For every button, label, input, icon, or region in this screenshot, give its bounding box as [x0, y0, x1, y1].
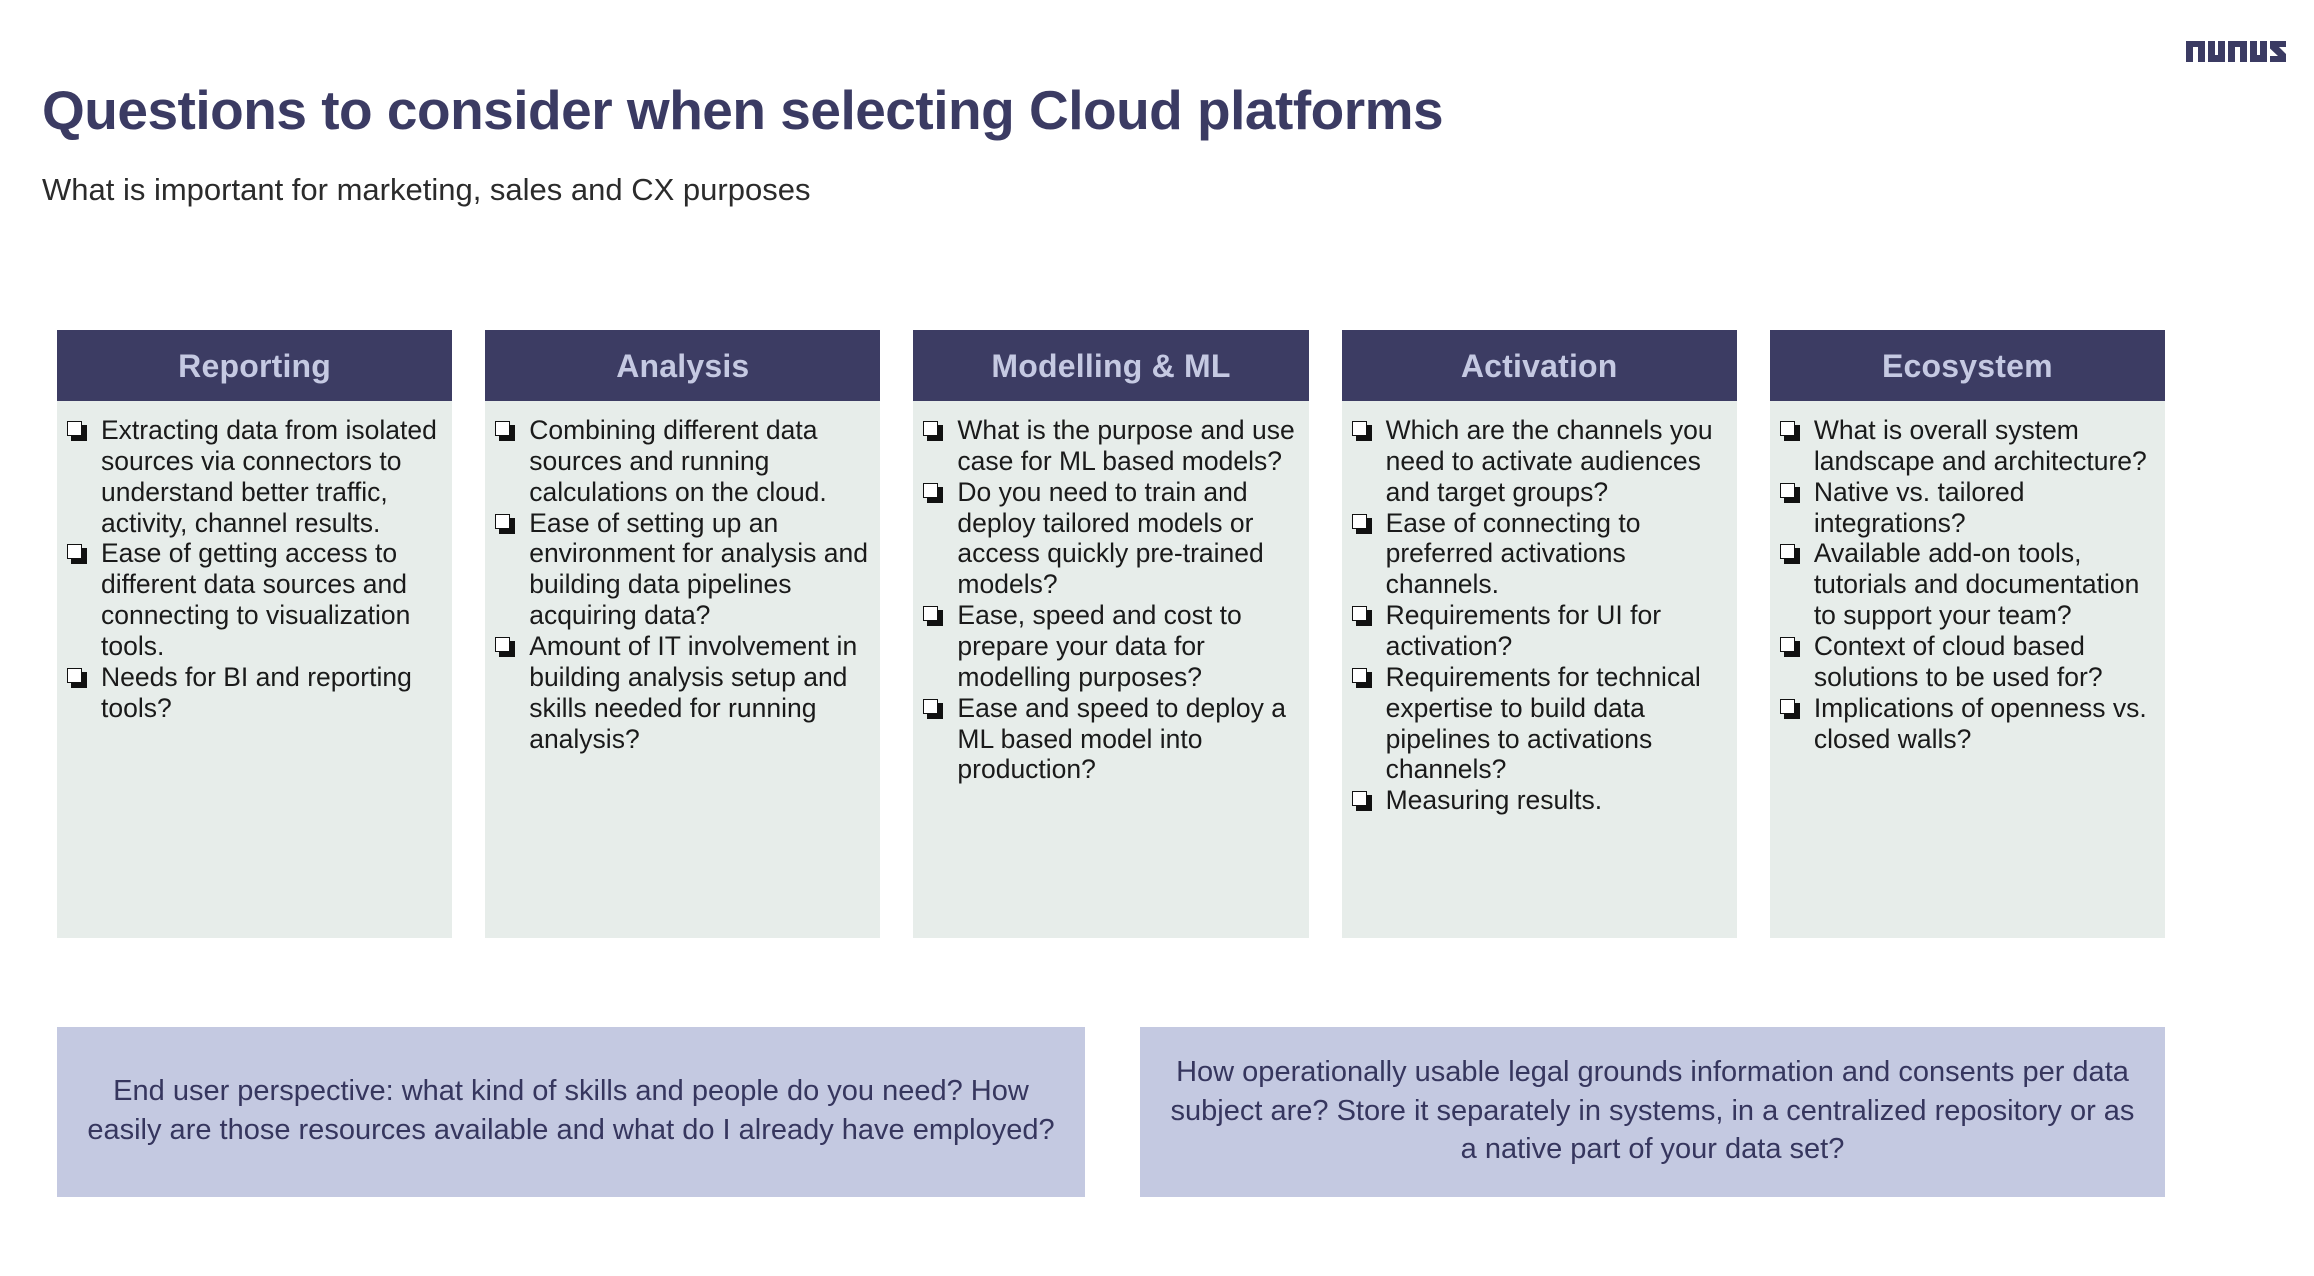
- column-reporting: Reporting Extracting data from isolated s…: [57, 330, 453, 938]
- list-item-text: Native vs. tailored integrations?: [1813, 476, 2025, 538]
- white-square-shadow-icon: [1779, 637, 1800, 658]
- bullet-list-ecosystem: What is overall system landscape and arc…: [1778, 415, 2155, 754]
- list-item: Ease of connecting to preferred activati…: [1350, 508, 1727, 601]
- white-square-shadow-icon: [923, 606, 944, 627]
- white-square-shadow-icon: [495, 637, 516, 658]
- list-item: Which are the channels you need to activ…: [1350, 415, 1727, 508]
- list-item-text: Do you need to train and deploy tailored…: [957, 476, 1264, 600]
- column-title-activation: Activation: [1460, 347, 1618, 384]
- list-item: Native vs. tailored integrations?: [1778, 477, 2155, 539]
- white-square-shadow-icon: [67, 667, 87, 688]
- list-item: Do you need to train and deploy tailored…: [921, 477, 1298, 600]
- white-square-shadow-icon: [67, 544, 87, 565]
- column-body-analysis: Combining different data sources and run…: [485, 401, 881, 938]
- list-item: Ease of setting up an environment for an…: [493, 508, 870, 631]
- column-header-reporting: Reporting: [57, 330, 453, 401]
- list-item-text: Requirements for UI for activation?: [1385, 600, 1662, 662]
- list-item-text: Ease, speed and cost to prepare your dat…: [957, 600, 1242, 692]
- title-block: Questions to consider when selecting Clo…: [42, 78, 2142, 208]
- white-square-shadow-icon: [1351, 791, 1372, 812]
- list-item-text: Ease of getting access to different data…: [101, 538, 411, 662]
- list-item: Ease of getting access to different data…: [65, 538, 442, 661]
- list-item: What is the purpose and use case for ML …: [921, 415, 1298, 477]
- white-square-shadow-icon: [1779, 482, 1800, 503]
- list-item: Combining different data sources and run…: [493, 415, 870, 508]
- list-item-text: Which are the channels you need to activ…: [1385, 415, 1713, 507]
- white-square-shadow-icon: [1779, 421, 1800, 441]
- callout-end-user-perspective: End user perspective: what kind of skill…: [57, 1027, 1085, 1197]
- list-item-text: Ease of connecting to preferred activati…: [1385, 507, 1641, 600]
- column-title-modelling-ml: Modelling & ML: [991, 347, 1231, 384]
- list-item: Extracting data from isolated sources vi…: [65, 415, 442, 538]
- column-body-ecosystem: What is overall system landscape and arc…: [1769, 401, 2166, 938]
- callout-text-legal-grounds: How operationally usable legal grounds i…: [1170, 1056, 2135, 1166]
- list-item-text: Available add-on tools, tutorials and do…: [1813, 538, 2140, 631]
- page-title: Questions to consider when selecting Clo…: [42, 79, 1444, 141]
- list-item: Measuring results.: [1350, 785, 1727, 816]
- white-square-shadow-icon: [1351, 606, 1372, 627]
- list-item-text: Measuring results.: [1385, 785, 1603, 816]
- list-item-text: What is overall system landscape and arc…: [1813, 415, 2147, 476]
- bullet-list-activation: Which are the channels you need to activ…: [1350, 415, 1727, 816]
- columns-container: Reporting Extracting data from isolated s…: [57, 330, 2166, 938]
- list-item: Amount of IT involvement in building ana…: [493, 631, 870, 754]
- column-activation: Activation Which are the channels you nee…: [1341, 330, 1737, 938]
- avaus-logo: [2186, 30, 2286, 64]
- white-square-shadow-icon: [495, 421, 516, 441]
- white-square-shadow-icon: [67, 421, 87, 441]
- list-item: Ease and speed to deploy a ML based mode…: [921, 693, 1298, 786]
- white-square-shadow-icon: [923, 698, 944, 719]
- column-title-analysis: Analysis: [616, 347, 750, 384]
- bullet-list-reporting: Extracting data from isolated sources vi…: [65, 415, 442, 724]
- list-item: Available add-on tools, tutorials and do…: [1778, 538, 2155, 631]
- list-item-text: Combining different data sources and run…: [529, 415, 827, 507]
- list-item: Needs for BI and reporting tools?: [65, 662, 442, 724]
- column-body-modelling-ml: What is the purpose and use case for ML …: [913, 401, 1309, 938]
- white-square-shadow-icon: [1351, 513, 1372, 534]
- white-square-shadow-icon: [1779, 544, 1800, 565]
- column-title-ecosystem: Ecosystem: [1882, 347, 2053, 384]
- column-header-activation: Activation: [1341, 330, 1737, 401]
- column-header-analysis: Analysis: [485, 330, 881, 401]
- avaus-logo-mark: [2186, 41, 2286, 62]
- list-item: Requirements for technical expertise to …: [1350, 662, 1727, 785]
- white-square-shadow-icon: [495, 513, 516, 534]
- list-item-text: Implications of openness vs. closed wall…: [1813, 692, 2147, 754]
- page-subtitle: What is important for marketing, sales a…: [42, 171, 811, 207]
- white-square-shadow-icon: [1351, 421, 1372, 441]
- column-analysis: Analysis Combining different data sources…: [485, 330, 881, 938]
- column-body-reporting: Extracting data from isolated sources vi…: [57, 401, 453, 938]
- white-square-shadow-icon: [1351, 667, 1372, 688]
- list-item: Ease, speed and cost to prepare your dat…: [921, 600, 1298, 693]
- list-item-text: Context of cloud based solutions to be u…: [1813, 631, 2103, 692]
- column-header-ecosystem: Ecosystem: [1769, 330, 2166, 401]
- callouts-container: End user perspective: what kind of skill…: [57, 1027, 2165, 1197]
- list-item: Requirements for UI for activation?: [1350, 600, 1727, 662]
- column-ecosystem: Ecosystem What is overall system landscap…: [1769, 330, 2166, 938]
- list-item: Context of cloud based solutions to be u…: [1778, 631, 2155, 693]
- list-item-text: Requirements for technical expertise to …: [1385, 661, 1701, 785]
- column-header-modelling-ml: Modelling & ML: [913, 330, 1309, 401]
- list-item-text: Amount of IT involvement in building ana…: [529, 631, 858, 754]
- bullet-list-modelling-ml: What is the purpose and use case for ML …: [921, 415, 1298, 785]
- white-square-shadow-icon: [1779, 698, 1800, 719]
- list-item-text: Ease and speed to deploy a ML based mode…: [957, 692, 1286, 785]
- list-item-text: What is the purpose and use case for ML …: [957, 415, 1295, 476]
- white-square-shadow-icon: [923, 482, 944, 503]
- list-item: What is overall system landscape and arc…: [1778, 415, 2155, 477]
- list-item-text: Ease of setting up an environment for an…: [529, 507, 868, 631]
- bullet-list-analysis: Combining different data sources and run…: [493, 415, 870, 754]
- list-item-text: Needs for BI and reporting tools?: [101, 661, 412, 723]
- list-item: Implications of openness vs. closed wall…: [1778, 693, 2155, 755]
- callout-legal-grounds: How operationally usable legal grounds i…: [1140, 1027, 2165, 1197]
- column-modelling-ml: Modelling & ML What is the purpose and us…: [913, 330, 1309, 938]
- list-item-text: Extracting data from isolated sources vi…: [101, 415, 437, 538]
- white-square-shadow-icon: [923, 421, 944, 441]
- column-body-activation: Which are the channels you need to activ…: [1341, 401, 1737, 938]
- callout-text-end-user-perspective: End user perspective: what kind of skill…: [87, 1075, 1055, 1146]
- column-title-reporting: Reporting: [178, 347, 332, 384]
